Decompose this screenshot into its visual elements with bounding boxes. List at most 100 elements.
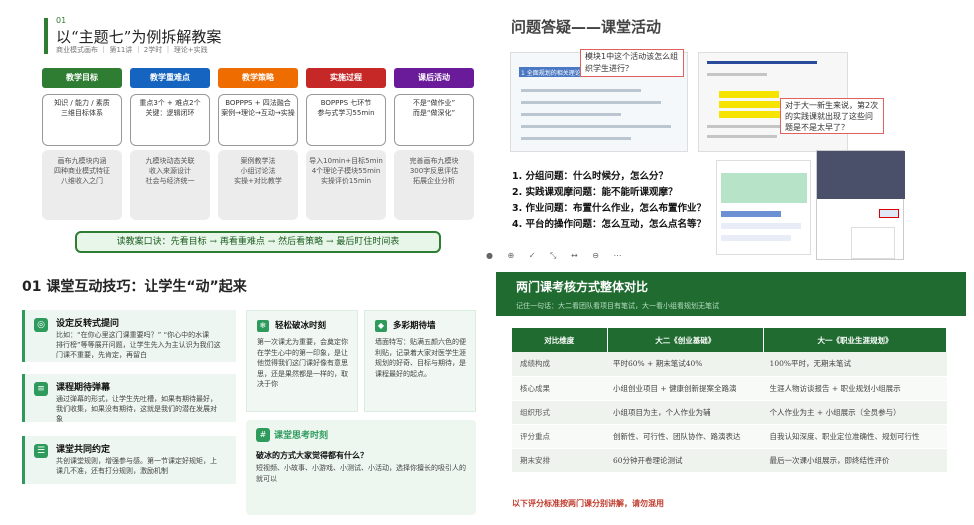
table-cell: 评分重点	[512, 424, 607, 449]
slide-line	[521, 89, 641, 92]
table-cell: 60分钟开卷理论测试	[607, 448, 764, 473]
table-cell: 期末安排	[512, 448, 607, 473]
rules-icon: ☰	[34, 444, 48, 458]
tip-title: 课程期待弹幕	[56, 383, 111, 393]
app-row	[721, 235, 791, 241]
column-summary: BOPPPS + 四法融合 案例→理论→互动→实操	[218, 94, 298, 146]
framework-columns: 教学目标 知识 / 能力 / 素质 三维目标体系 画布九模块内涵 四种商业模式特征 …	[42, 68, 474, 220]
table-cell: 最后一次课小组展示，即终结性评价	[763, 448, 947, 473]
chat-icon: #	[256, 428, 270, 442]
question-callout: 模块1中这个活动该怎么组织学生进行？	[580, 49, 684, 77]
question-item: 4. 平台的操作问题：怎么互动，怎么点名等？	[512, 219, 707, 230]
viewer-toolbar-icons[interactable]: ● ⊕ ✓ ⤡ ↔ ⊖ ⋯	[486, 251, 627, 261]
slide-highlight	[719, 111, 789, 118]
app-row	[721, 223, 801, 229]
framework-column: 实施过程 BOPPPS 七环节 参与式学习55min 导入10min+目标5min …	[306, 68, 386, 220]
tip-card: ≡ 课程期待弹幕 通过弹幕的形式，让学生先吐槽，如果有期待最好， 我们收集，如果…	[22, 374, 236, 423]
megaphone-icon: ◎	[34, 318, 48, 332]
column-header: 教学策略	[218, 68, 298, 88]
table-cell: 自我认知深度、职业定位准确性、规划可行性	[763, 424, 947, 449]
table-cell: 平时60% + 期末笔试40%	[607, 352, 764, 377]
framework-column: 教学策略 BOPPPS + 四法融合 案例→理论→互动→实操 案例教学法 小组讨论法…	[218, 68, 298, 220]
slide-line	[521, 137, 631, 140]
table-header: 对比维度	[512, 328, 608, 352]
column-header: 课后活动	[394, 68, 474, 88]
popup-menu	[851, 227, 895, 259]
panel-title: 问题答疑——课堂活动	[511, 18, 662, 36]
column-detail: 完善画布九模块 300字反思评估 拓展企业分析	[394, 150, 474, 220]
table-header: 大一《职业生涯规划》	[763, 328, 947, 352]
table-cell: 创新性、可行性、团队协作、路演表达	[607, 424, 764, 449]
panel-title: 01 课堂互动技巧：让学生“动”起来	[22, 279, 247, 295]
card-accent	[22, 374, 25, 422]
column-detail: 导入10min+目标5min 4个理论子模块55min 实操评价15min	[306, 150, 386, 220]
table-cell: 组织形式	[512, 400, 607, 425]
question-item: 2. 实践课观摩问题：能不能听课观摩？	[512, 187, 678, 198]
question-callout: 对于大一新生来说，第2次的实践课就出现了这些问题是不是太早了？	[780, 98, 884, 134]
tip-text: 墙面特写：贴满五颜六色的便 利贴，记录着大家对医学生涯 规划的好奇、目标与期待，…	[375, 338, 466, 378]
table-cell: 小组项目为主，个人作业为辅	[607, 400, 764, 425]
table-row: 核心成果 小组创业项目 + 健康创新提案全路演 生涯人物访谈报告 + 职业规划小组展…	[512, 376, 947, 401]
app-screenshot	[816, 150, 905, 260]
footnote: 以下评分标准按两门课分别讲解，请勿混用	[512, 498, 664, 508]
ice-icon: ❄	[257, 320, 269, 332]
framework-column: 教学重难点重点3个 + 难点2个 关键：逻辑闭环 九模块动态关联 收入来源设计 社…	[130, 68, 210, 220]
tip-text: 比如：“在你心里这门课重要吗？” “你心中的水课 排行榜”等等展开问题，让学生先…	[56, 331, 221, 359]
tip-title: 设定反转式提问	[56, 319, 120, 329]
thinking-answer: 短视频、小故事、小游戏、小测试、小活动，选择你擅长的吸引人的就可以	[256, 464, 466, 483]
slide-line	[707, 61, 817, 64]
course-meta: 商业模式画布 ｜ 第11讲 ｜ 2学时 ｜ 理论+实践	[56, 46, 208, 54]
table-header: 大二《创业基础》	[607, 328, 765, 352]
table-row: 组织形式 小组项目为主，个人作业为辅 个人作业为主 + 小组展示（全员参与）	[512, 400, 947, 425]
column-header: 教学重难点	[130, 68, 210, 88]
assessment-comparison-panel: 两门课考核方式整体对比 记住一句话：大二看团队看项目有笔试，大一看小组看规划无笔…	[486, 262, 974, 525]
thinking-question: 破冰的方式大家觉得都有什么？	[256, 451, 368, 460]
qa-panel: 问题答疑——课堂活动 1 全面规划的相关理论 1. 分组问题：什么时候分，怎么分…	[486, 0, 974, 262]
tip-title: 轻松破冰时刻	[275, 321, 327, 331]
table-cell: 成绩构成	[512, 352, 607, 377]
slide-line	[521, 101, 661, 104]
column-summary: BOPPPS 七环节 参与式学习55min	[306, 94, 386, 146]
column-header: 教学目标	[42, 68, 122, 88]
table-row: 成绩构成 平时60% + 期末笔试40% 100%平时，无期末笔试	[512, 352, 947, 377]
app-screenshot	[716, 160, 811, 255]
table-cell: 小组创业项目 + 健康创新提案全路演	[607, 376, 764, 401]
tip-title: 多彩期待墙	[393, 321, 436, 331]
question-item: 3. 作业问题：布置什么作业，怎么布置作业？	[512, 203, 707, 214]
column-summary: 重点3个 + 难点2个 关键：逻辑闭环	[130, 94, 210, 146]
app-row	[721, 211, 781, 217]
column-summary: 不是“做作业” 而是“做深化”	[394, 94, 474, 146]
app-banner-image	[721, 173, 807, 203]
tip-card: ❄ 轻松破冰时刻 第一次课尤为重要，会奠定你 在学生心中的第一印象，是让 他觉得…	[246, 310, 358, 412]
thinking-title: 课堂思考时刻	[274, 431, 329, 441]
interaction-tips-panel: 01 课堂互动技巧：让学生“动”起来 ◎ 设定反转式提问 比如：“在你心里这门课…	[0, 262, 480, 525]
slide-line	[707, 73, 767, 76]
card-accent	[22, 310, 25, 362]
panel-subtitle: 记住一句话：大二看团队看项目有笔试，大一看小组看规划无笔试	[516, 302, 719, 310]
table-row: 期末安排 60分钟开卷理论测试 最后一次课小组展示，即终结性评价	[512, 448, 947, 473]
question-item: 1. 分组问题：什么时候分，怎么分？	[512, 171, 669, 182]
thinking-card: # 课堂思考时刻 破冰的方式大家觉得都有什么？ 短视频、小故事、小游戏、小测试、…	[246, 420, 476, 515]
table-cell: 生涯人物访谈报告 + 职业规划小组展示	[763, 376, 947, 401]
section-number: 01	[56, 16, 67, 25]
tip-title: 课堂共同约定	[56, 445, 111, 455]
slide-line	[707, 135, 777, 138]
tip-card: ◎ 设定反转式提问 比如：“在你心里这门课重要吗？” “你心中的水课 排行榜”等…	[22, 310, 236, 362]
lesson-plan-panel: 01 以“主题七”为例拆解教案 商业模式画布 ｜ 第11讲 ｜ 2学时 ｜ 理论…	[0, 0, 480, 262]
slide-header-label: 1 全面规划的相关理论	[521, 70, 581, 77]
tip-card: ◆ 多彩期待墙 墙面特写：贴满五颜六色的便 利贴，记录着大家对医学生涯 规划的好…	[364, 310, 476, 412]
table-cell: 个人作业为主 + 小组展示（全员参与）	[763, 400, 947, 425]
app-header	[817, 151, 905, 199]
column-summary: 知识 / 能力 / 素质 三维目标体系	[42, 94, 122, 146]
tag-icon: ◆	[375, 320, 387, 332]
table-row: 评分重点 创新性、可行性、团队协作、路演表达 自我认知深度、职业定位准确性、规划可行…	[512, 424, 947, 449]
slide-line	[521, 125, 671, 128]
slide-line	[521, 113, 621, 116]
column-header: 实施过程	[306, 68, 386, 88]
panel-title: 以“主题七”为例拆解教案	[56, 28, 222, 46]
highlighted-button[interactable]	[879, 209, 899, 218]
panel-title: 两门课考核方式整体对比	[516, 280, 649, 294]
column-detail: 九模块动态关联 收入来源设计 社会与经济统一	[130, 150, 210, 220]
reading-mnemonic: 读教案口诀：先看目标 → 再看重难点 → 然后看策略 → 最后盯住时间表	[75, 231, 441, 253]
slide-highlight	[719, 91, 779, 98]
